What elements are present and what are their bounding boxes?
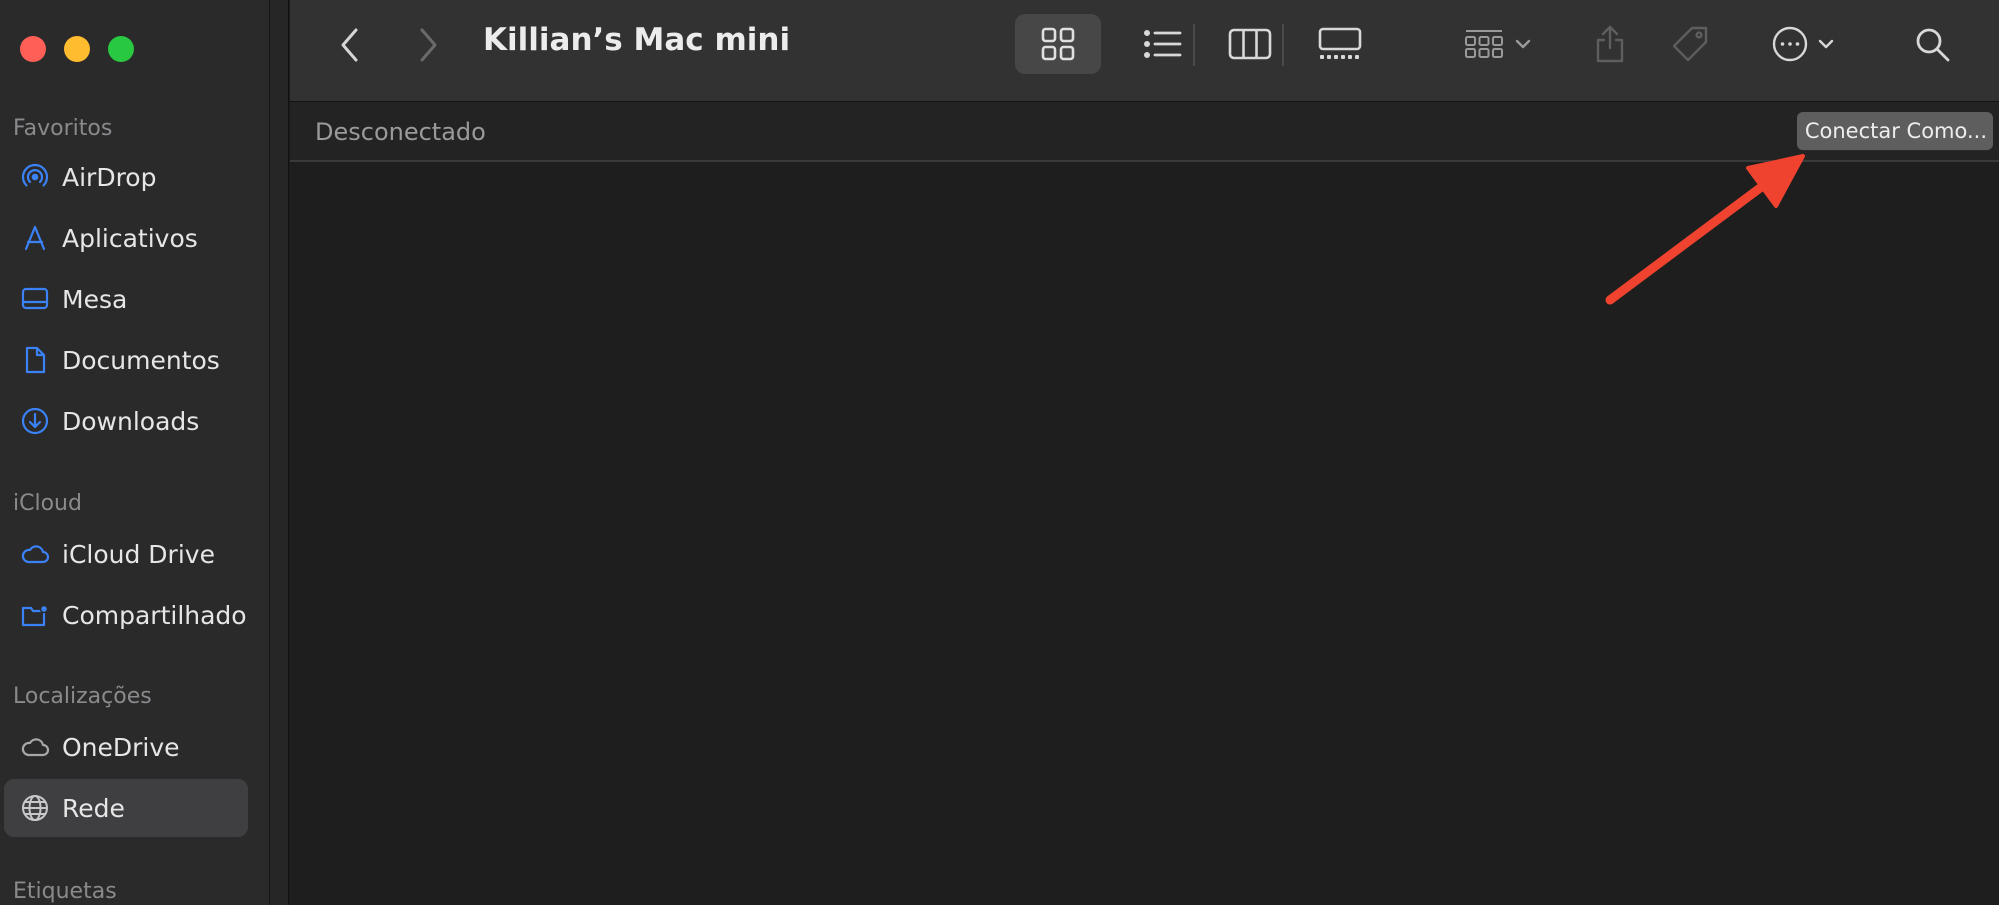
sidebar-section-localizacoes: Localizações (13, 684, 152, 709)
desktop-icon (18, 282, 52, 316)
sidebar-section-etiquetas: Etiquetas (13, 879, 117, 904)
sidebar-resize-handle[interactable] (270, 0, 289, 905)
applications-icon (18, 221, 52, 255)
cloud-icon (18, 730, 52, 764)
gallery-icon (1318, 27, 1362, 59)
sidebar-item-label: Downloads (62, 406, 200, 436)
sidebar-item-downloads[interactable]: Downloads (4, 392, 248, 450)
chevron-down-icon (1515, 39, 1531, 49)
sidebar-item-aplicativos[interactable]: Aplicativos (4, 209, 248, 267)
sidebar: Favoritos AirDrop Aplicativos Mesa Docum… (0, 0, 270, 905)
sidebar-item-label: OneDrive (62, 732, 180, 762)
sidebar-section-icloud: iCloud (13, 491, 82, 516)
sidebar-item-label: Rede (62, 793, 125, 823)
airdrop-icon (18, 160, 52, 194)
sidebar-item-label: AirDrop (62, 162, 157, 192)
share-icon (1596, 25, 1624, 63)
sidebar-item-airdrop[interactable]: AirDrop (4, 148, 248, 206)
file-browser-content[interactable] (290, 162, 1999, 905)
chevron-right-icon (420, 28, 437, 62)
list-icon (1144, 30, 1182, 58)
sidebar-item-label: Aplicativos (62, 223, 198, 253)
cloud-icon (18, 537, 52, 571)
view-as-columns-button[interactable] (1215, 14, 1285, 74)
view-as-gallery-button[interactable] (1302, 14, 1378, 74)
sidebar-item-rede[interactable]: Rede (4, 779, 248, 837)
forward-button[interactable] (408, 22, 448, 68)
sidebar-item-documentos[interactable]: Documentos (4, 331, 248, 389)
sidebar-section-favoritos: Favoritos (13, 116, 113, 141)
search-icon (1916, 28, 1950, 62)
minimize-window-button[interactable] (64, 36, 90, 62)
connection-status-text: Desconectado (315, 118, 486, 146)
sidebar-item-onedrive[interactable]: OneDrive (4, 718, 248, 776)
chevron-down-icon (1818, 39, 1834, 49)
sidebar-item-label: Compartilhado (62, 600, 247, 630)
search-button[interactable] (1902, 14, 1962, 74)
sidebar-item-label: Mesa (62, 284, 128, 314)
tag-icon (1672, 26, 1708, 62)
window-title: Killian’s Mac mini (483, 22, 791, 58)
sidebar-item-icloud-drive[interactable]: iCloud Drive (4, 525, 248, 583)
columns-icon (1228, 28, 1272, 60)
document-icon (18, 343, 52, 377)
back-button[interactable] (330, 22, 370, 68)
more-actions-button[interactable] (1758, 14, 1848, 74)
close-window-button[interactable] (20, 36, 46, 62)
toolbar: Killian’s Mac mini (290, 0, 1999, 102)
shared-folder-icon (18, 598, 52, 632)
download-icon (18, 404, 52, 438)
sidebar-item-label: Documentos (62, 345, 220, 375)
tag-button[interactable] (1660, 14, 1720, 74)
sidebar-item-label: iCloud Drive (62, 539, 215, 569)
group-by-button[interactable] (1453, 14, 1543, 74)
connection-status-bar: Desconectado Conectar Como... (290, 102, 1999, 162)
view-as-icons-button[interactable] (1015, 14, 1101, 74)
view-as-list-button[interactable] (1128, 14, 1198, 74)
share-button[interactable] (1580, 14, 1640, 74)
sidebar-item-compartilhado[interactable]: Compartilhado (4, 586, 248, 644)
toolbar-divider (1282, 24, 1284, 66)
connect-as-button[interactable]: Conectar Como... (1796, 112, 1993, 150)
ellipsis-circle-icon (1772, 26, 1808, 62)
chevron-left-icon (341, 28, 358, 62)
group-grid-icon (1465, 30, 1503, 58)
sidebar-item-mesa[interactable]: Mesa (4, 270, 248, 328)
toolbar-divider (1193, 24, 1195, 66)
icon-grid-icon (1041, 27, 1075, 61)
zoom-window-button[interactable] (108, 36, 134, 62)
globe-icon (18, 791, 52, 825)
